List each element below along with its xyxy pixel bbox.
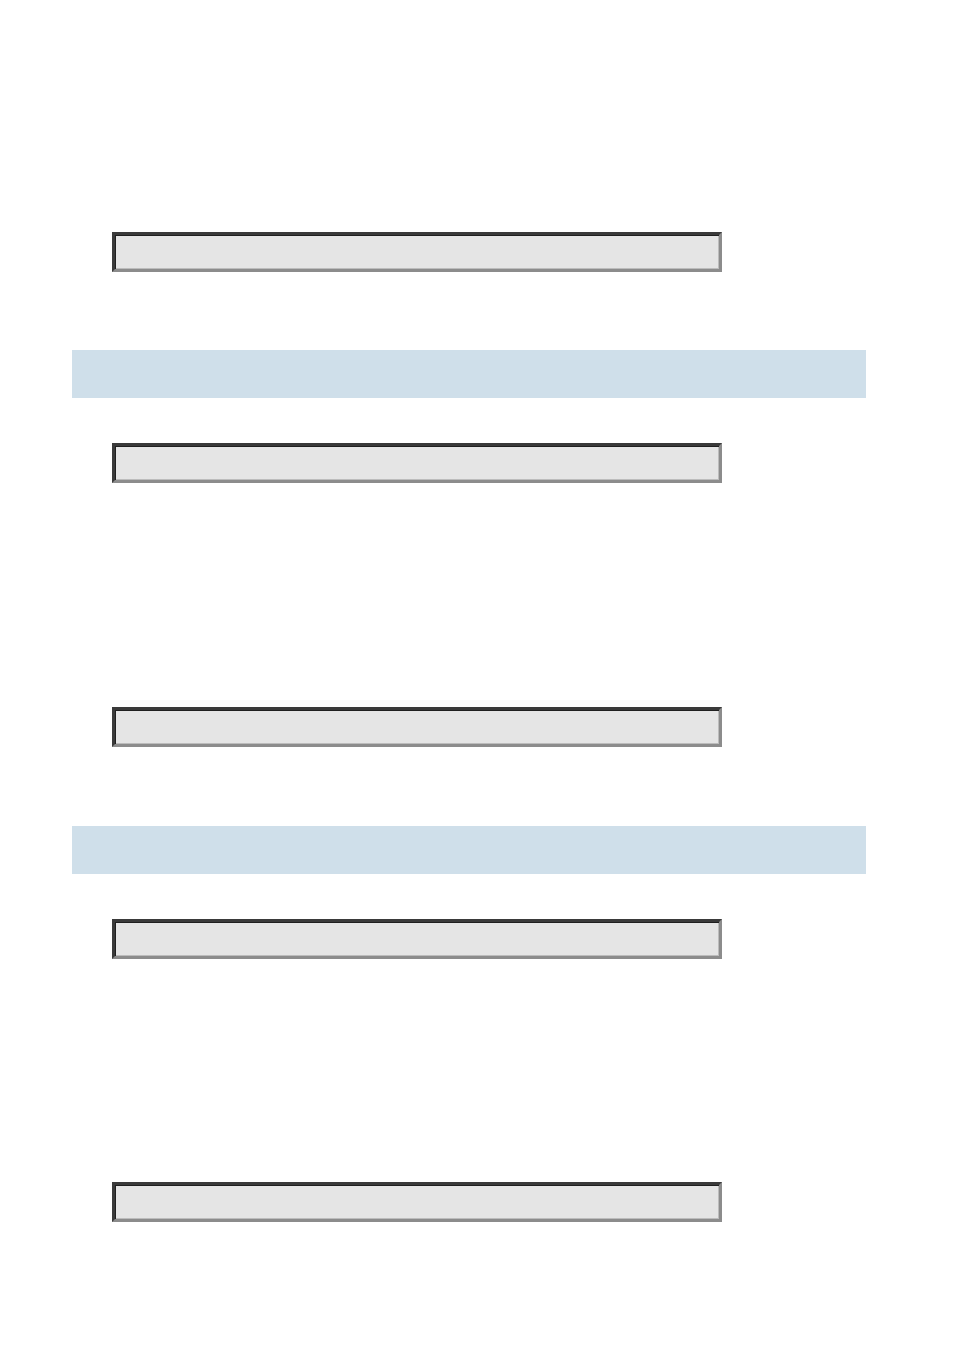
section-band-2 bbox=[72, 826, 866, 874]
section-band-1 bbox=[72, 350, 866, 398]
text-input-1[interactable] bbox=[112, 232, 722, 272]
text-input-5[interactable] bbox=[112, 1182, 722, 1222]
text-input-2[interactable] bbox=[112, 443, 722, 483]
form-page bbox=[0, 0, 954, 1350]
text-input-4[interactable] bbox=[112, 919, 722, 959]
text-input-3[interactable] bbox=[112, 707, 722, 747]
